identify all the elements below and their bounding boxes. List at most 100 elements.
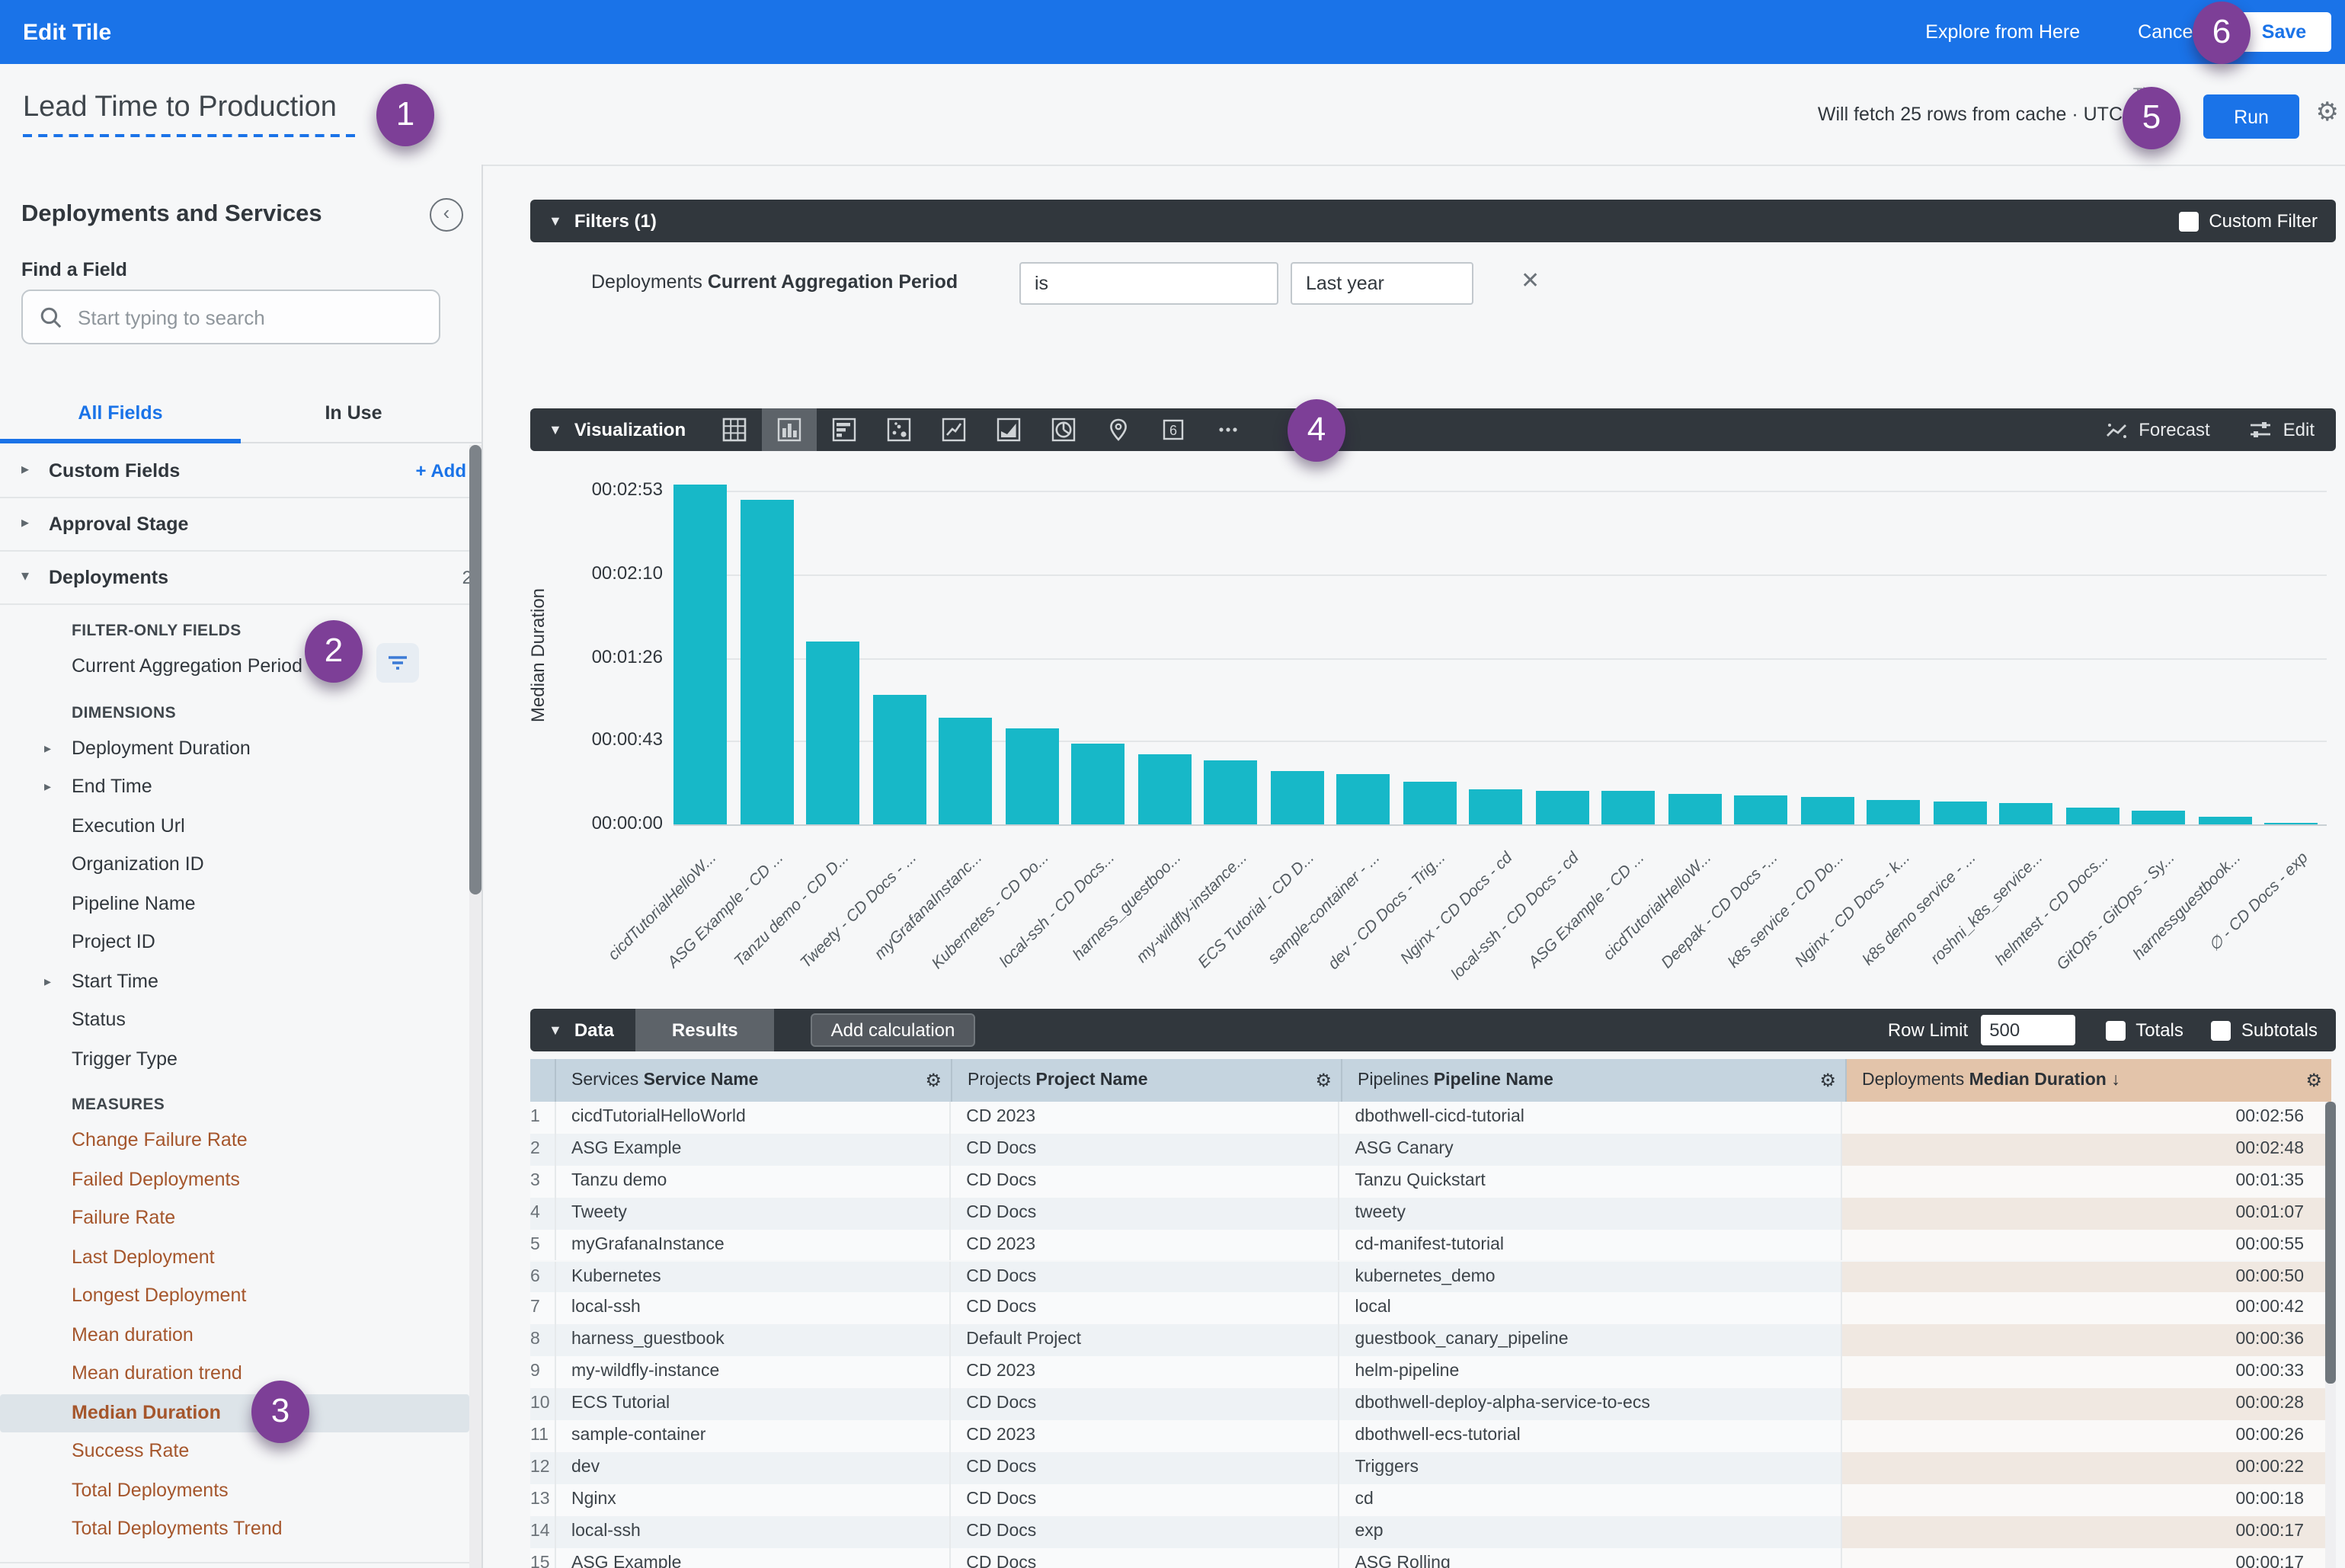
sidebar-scrollbar-thumb[interactable] — [469, 445, 481, 894]
explore-from-here-link[interactable]: Explore from Here — [1925, 21, 2080, 43]
collapse-sidebar-icon[interactable]: ‹ — [430, 198, 463, 232]
cell-median-duration[interactable]: 00:00:50 — [1842, 1261, 2325, 1293]
chart-bar-13[interactable] — [1469, 789, 1522, 824]
chart-bar-24[interactable] — [2198, 817, 2251, 824]
item-total-deployments[interactable]: Total Deployments — [0, 1471, 469, 1510]
cell[interactable]: Tanzu Quickstart — [1339, 1166, 1842, 1198]
table-row-13[interactable]: 13NginxCD Docscd00:00:18 — [530, 1484, 2325, 1516]
chart-bar-2[interactable] — [740, 501, 793, 824]
item-total-deployments-trend[interactable]: Total Deployments Trend — [0, 1510, 469, 1549]
cell[interactable]: CD 2023 — [951, 1420, 1339, 1452]
gear-icon[interactable]: ⚙ — [2316, 98, 2340, 128]
cell[interactable]: dbothwell-ecs-tutorial — [1339, 1420, 1842, 1452]
edit-viz-button[interactable]: Edit — [2250, 419, 2315, 440]
cell[interactable]: CD Docs — [951, 1388, 1339, 1420]
cell[interactable]: CD Docs — [951, 1261, 1339, 1293]
chart-bar-3[interactable] — [806, 641, 859, 824]
cell[interactable]: CD Docs — [951, 1293, 1339, 1325]
cell[interactable]: CD Docs — [951, 1134, 1339, 1166]
visualization-panel-header[interactable]: ▼ Visualization 6 Forecast — [530, 408, 2336, 451]
group-deployments[interactable]: ▾Deployments2 — [0, 552, 469, 605]
column-gear-icon[interactable]: ⚙ — [1819, 1059, 1836, 1102]
tile-title-editable[interactable]: Lead Time to Production — [23, 91, 355, 137]
chevron-right-icon[interactable]: ▸ — [44, 962, 51, 1001]
table-row-6[interactable]: 6KubernetesCD Docskubernetes_demo00:00:5… — [530, 1261, 2325, 1293]
table-scrollbar-track[interactable] — [2325, 1102, 2336, 1568]
cell-median-duration[interactable]: 00:00:26 — [1842, 1420, 2325, 1452]
viz-type-bar-icon[interactable] — [762, 408, 817, 451]
cancel-link[interactable]: Cancel — [2138, 21, 2197, 43]
cell-median-duration[interactable]: 00:00:17 — [1842, 1515, 2325, 1547]
item-end-time[interactable]: ▸End Time — [0, 768, 469, 807]
cell-median-duration[interactable]: 00:00:18 — [1842, 1484, 2325, 1516]
chevron-right-icon[interactable]: ▸ — [44, 768, 51, 807]
cell-median-duration[interactable]: 00:00:33 — [1842, 1356, 2325, 1388]
add-calculation-button[interactable]: Add calculation — [811, 1013, 975, 1047]
cell[interactable]: ASG Example — [556, 1547, 951, 1568]
cell[interactable]: CD Docs — [951, 1197, 1339, 1229]
cell[interactable]: local-ssh — [556, 1515, 951, 1547]
chart-bar-16[interactable] — [1668, 793, 1721, 824]
viz-type-table-icon[interactable] — [707, 408, 762, 451]
item-execution-url[interactable]: Execution Url — [0, 807, 469, 846]
viz-type-hbar-icon[interactable] — [817, 408, 872, 451]
item-start-time[interactable]: ▸Start Time — [0, 962, 469, 1001]
cell[interactable]: kubernetes_demo — [1339, 1261, 1842, 1293]
table-row-1[interactable]: 1cicdTutorialHelloWorldCD 2023dbothwell-… — [530, 1102, 2325, 1134]
viz-type-single-value-icon[interactable]: 6 — [1146, 408, 1201, 451]
cell-median-duration[interactable]: 00:01:35 — [1842, 1166, 2325, 1198]
cell[interactable]: CD 2023 — [951, 1102, 1339, 1134]
cell[interactable]: dbothwell-deploy-alpha-service-to-ecs — [1339, 1388, 1842, 1420]
chart-bar-1[interactable] — [673, 485, 727, 824]
cell-median-duration[interactable]: 00:02:48 — [1842, 1134, 2325, 1166]
cell-median-duration[interactable]: 00:01:07 — [1842, 1197, 2325, 1229]
viz-type-more-icon[interactable] — [1201, 408, 1256, 451]
cell-median-duration[interactable]: 00:00:28 — [1842, 1388, 2325, 1420]
cell[interactable]: tweety — [1339, 1197, 1842, 1229]
chart-bar-15[interactable] — [1601, 792, 1655, 824]
column-header-pipeline-name[interactable]: Pipelines Pipeline Name⚙ — [1342, 1059, 1847, 1102]
cell-median-duration[interactable]: 00:00:55 — [1842, 1229, 2325, 1261]
cell[interactable]: dbothwell-cicd-tutorial — [1339, 1102, 1842, 1134]
table-row-14[interactable]: 14local-sshCD Docsexp00:00:17 — [530, 1515, 2325, 1547]
field-search-box[interactable] — [21, 290, 440, 344]
chart-bar-17[interactable] — [1734, 795, 1787, 824]
column-header-project-name[interactable]: Projects Project Name⚙ — [952, 1059, 1342, 1102]
cell[interactable]: myGrafanaInstance — [556, 1229, 951, 1261]
item-longest-deployment[interactable]: Longest Deployment — [0, 1277, 469, 1316]
table-row-12[interactable]: 12devCD DocsTriggers00:00:22 — [530, 1452, 2325, 1484]
group-approval-stage[interactable]: ▸Approval Stage — [0, 498, 469, 552]
table-row-11[interactable]: 11sample-containerCD 2023dbothwell-ecs-t… — [530, 1420, 2325, 1452]
remove-filter-icon[interactable]: ✕ — [1521, 267, 1540, 294]
filter-value-input[interactable] — [1291, 262, 1473, 305]
chart-bar-10[interactable] — [1270, 770, 1323, 824]
item-failure-rate[interactable]: Failure Rate — [0, 1199, 469, 1238]
cell-median-duration[interactable]: 00:00:17 — [1842, 1547, 2325, 1568]
chart-bar-20[interactable] — [1933, 802, 1986, 824]
chart-bar-25[interactable] — [2264, 822, 2318, 824]
cell[interactable]: my-wildfly-instance — [556, 1356, 951, 1388]
cell[interactable]: cicdTutorialHelloWorld — [556, 1102, 951, 1134]
column-gear-icon[interactable]: ⚙ — [1315, 1059, 1332, 1102]
cell[interactable]: Tweety — [556, 1197, 951, 1229]
data-panel-header[interactable]: ▼ Data Results Add calculation Row Limit… — [530, 1009, 2336, 1051]
forecast-button[interactable]: Forecast — [2105, 419, 2209, 440]
viz-type-pie-icon[interactable] — [1036, 408, 1091, 451]
cell[interactable]: Tanzu demo — [556, 1166, 951, 1198]
cell[interactable]: ASG Example — [556, 1134, 951, 1166]
cell[interactable]: CD 2023 — [951, 1356, 1339, 1388]
item-pipeline-name[interactable]: Pipeline Name — [0, 885, 469, 923]
cell[interactable]: CD Docs — [951, 1166, 1339, 1198]
cell[interactable]: CD Docs — [951, 1452, 1339, 1484]
chart-bar-12[interactable] — [1403, 782, 1456, 824]
table-row-9[interactable]: 9my-wildfly-instanceCD 2023helm-pipeline… — [530, 1356, 2325, 1388]
cell[interactable]: Triggers — [1339, 1452, 1842, 1484]
filter-operator-input[interactable] — [1019, 262, 1278, 305]
chart-bar-22[interactable] — [2065, 807, 2119, 824]
results-tab[interactable]: Results — [635, 1009, 775, 1051]
cell[interactable]: sample-container — [556, 1420, 951, 1452]
custom-filter-checkbox[interactable] — [2178, 211, 2198, 231]
cell-median-duration[interactable]: 00:00:36 — [1842, 1325, 2325, 1357]
cell[interactable]: CD Docs — [951, 1547, 1339, 1568]
cell[interactable]: guestbook_canary_pipeline — [1339, 1325, 1842, 1357]
